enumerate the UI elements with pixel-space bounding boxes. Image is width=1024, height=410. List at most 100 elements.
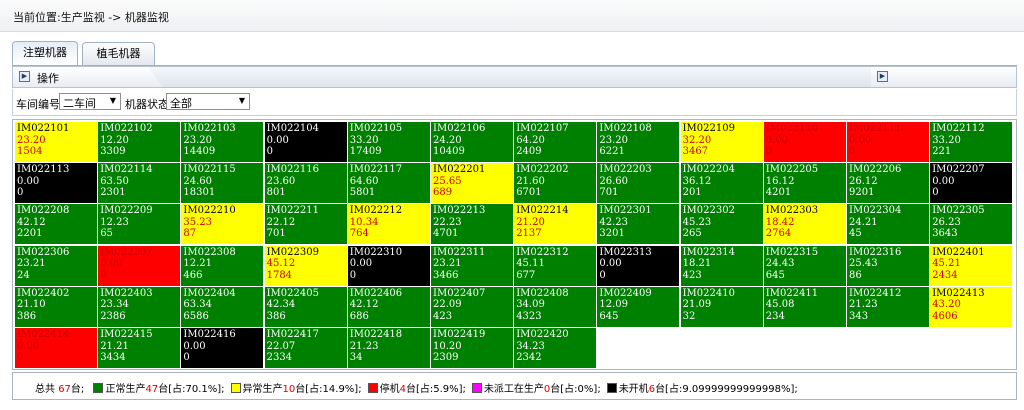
machine-cell[interactable]: IM022312 45.11 677 — [514, 245, 597, 286]
machine-cell[interactable]: IM022205 16.12 4201 — [763, 163, 846, 204]
machine-cell[interactable]: IM022408 34.09 4323 — [514, 286, 597, 327]
machine-cell[interactable]: IM022104 0.00 0 — [264, 122, 347, 162]
machine-id: IM022309 — [266, 246, 319, 258]
machine-cell[interactable]: IM022419 10.20 2309 — [431, 328, 513, 368]
machine-count: 423 — [433, 310, 453, 322]
machine-cell[interactable]: IM022401 45.21 2434 — [930, 245, 1013, 286]
machine-count: 3643 — [932, 228, 958, 240]
machine-cell[interactable]: IM022315 24.43 645 — [763, 245, 846, 286]
machine-cell[interactable]: IM022305 26.23 3643 — [930, 204, 1013, 245]
machine-cell[interactable]: IM022416 0.00 0 — [181, 328, 264, 368]
machine-value: 0.00 — [266, 134, 289, 146]
machine-count: 701 — [599, 187, 619, 199]
machine-id: IM022303 — [765, 205, 819, 217]
machine-cell[interactable]: IM022402 21.10 386 — [15, 286, 97, 327]
machine-cell[interactable]: IM022417 22.07 2334 — [264, 328, 347, 368]
machine-cell[interactable]: IM022103 23.20 14409 — [181, 122, 264, 162]
machine-value: 24.21 — [849, 216, 878, 228]
machine-cell[interactable]: IM022403 23.34 2386 — [98, 286, 181, 327]
machine-cell[interactable]: IM022109 32.20 3467 — [680, 122, 763, 162]
machine-cell[interactable]: IM022102 12.20 3309 — [98, 122, 181, 162]
machine-value: 12.23 — [100, 216, 129, 228]
collapse-icon[interactable]: ▶ — [877, 71, 888, 82]
machine-cell[interactable]: IM022409 12.09 645 — [597, 286, 680, 327]
status-select[interactable]: 全部 ▼ — [166, 93, 250, 110]
machine-cell[interactable]: IM022204 36.12 201 — [680, 163, 763, 204]
machine-cell[interactable]: IM022306 23.21 24 — [15, 245, 97, 286]
machine-cell[interactable]: IM022211 22.12 701 — [264, 204, 347, 245]
operation-bar: ▶ 操作 ▶ — [12, 66, 1017, 88]
machine-value: 0.00 — [849, 134, 872, 146]
machine-cell[interactable]: IM022110 0.00 0 — [763, 122, 846, 162]
machine-id: IM022402 — [17, 287, 70, 299]
legend-label: 停机 — [379, 384, 400, 395]
machine-cell[interactable]: IM022412 21.23 343 — [847, 286, 929, 327]
machine-cell[interactable]: IM022105 33.20 17409 — [347, 122, 430, 162]
machine-id: IM022101 — [17, 123, 70, 134]
machine-cell[interactable]: IM022418 21.23 34 — [347, 328, 430, 368]
machine-cell[interactable]: IM022410 21.09 32 — [680, 286, 763, 327]
machine-cell[interactable]: IM022209 12.23 65 — [98, 204, 181, 245]
machine-id: IM022404 — [183, 287, 236, 299]
machine-cell[interactable]: IM022201 25.65 689 — [431, 163, 513, 204]
machine-id: IM022205 — [765, 164, 819, 176]
machine-cell[interactable]: IM022413 43.20 4606 — [930, 286, 1013, 327]
machine-cell[interactable]: IM022311 23.21 3466 — [431, 245, 513, 286]
machine-cell[interactable]: IM022304 24.21 45 — [847, 204, 929, 245]
machine-cell[interactable]: IM022106 24.20 10409 — [431, 122, 513, 162]
machine-cell[interactable]: IM022404 63.34 6586 — [181, 286, 264, 327]
machine-cell[interactable]: IM022202 21.60 6701 — [514, 163, 597, 204]
machine-cell[interactable]: IM022303 18.42 2764 — [763, 204, 846, 245]
machine-id: IM022104 — [266, 123, 319, 134]
status-legend: 总共 67台; 正常生产47台[占:70.1%]; 异常生产10台[占:14.9%… — [12, 372, 1017, 400]
machine-cell[interactable]: IM022310 0.00 0 — [347, 245, 430, 286]
machine-cell[interactable]: IM022207 0.00 0 — [930, 163, 1013, 204]
machine-cell[interactable]: IM022302 45.23 265 — [680, 204, 763, 245]
machine-cell[interactable]: IM022314 18.21 423 — [680, 245, 763, 286]
machine-cell[interactable]: IM022309 45.12 1784 — [264, 245, 347, 286]
workshop-select[interactable]: 二车间 ▼ — [59, 93, 121, 110]
machine-cell[interactable]: IM022307 0.00 0 — [98, 245, 181, 286]
machine-cell[interactable]: IM022301 42.23 3201 — [597, 204, 680, 245]
machine-value: 21.21 — [100, 340, 129, 352]
machine-cell[interactable]: IM022101 23.20 1504 — [15, 122, 97, 162]
tab-tufting-machines[interactable]: 植毛机器 — [82, 42, 155, 65]
machine-cell[interactable]: IM022112 33.20 221 — [930, 122, 1013, 162]
machine-id: IM022109 — [682, 123, 735, 134]
machine-cell[interactable]: IM022208 42.12 2201 — [15, 204, 97, 245]
machine-cell[interactable]: IM022406 42.12 686 — [347, 286, 430, 327]
machine-cell[interactable]: IM022113 0.00 0 — [15, 163, 97, 204]
machine-value: 25.43 — [849, 258, 878, 270]
machine-cell[interactable]: IM022420 34.23 2342 — [514, 328, 597, 368]
machine-cell[interactable]: IM022405 42.34 386 — [264, 286, 347, 327]
machine-value: 45.21 — [932, 258, 961, 270]
machine-count: 1504 — [17, 146, 43, 157]
machine-cell[interactable]: IM022407 22.09 423 — [431, 286, 513, 327]
machine-cell[interactable]: IM022308 12.21 466 — [181, 245, 264, 286]
machine-id: IM022112 — [932, 123, 985, 134]
machine-cell[interactable]: IM022411 45.08 234 — [763, 286, 846, 327]
machine-count: 764 — [349, 228, 369, 240]
machine-cell[interactable]: IM022206 26.12 9201 — [847, 163, 929, 204]
machine-cell[interactable]: IM022117 64.60 5801 — [347, 163, 430, 204]
tab-injection-machines[interactable]: 注塑机器 — [12, 41, 78, 65]
machine-cell[interactable]: IM022203 26.60 701 — [597, 163, 680, 204]
machine-cell[interactable]: IM022212 10.34 764 — [347, 204, 430, 245]
machine-id: IM022108 — [599, 123, 652, 134]
machine-cell[interactable]: IM022116 23.60 801 — [264, 163, 347, 204]
machine-cell[interactable]: IM022415 21.21 3434 — [98, 328, 181, 368]
machine-cell[interactable]: IM022115 24.60 18301 — [181, 163, 264, 204]
machine-cell[interactable]: IM022111 0.00 0 — [847, 122, 929, 162]
machine-cell[interactable]: IM022107 64.20 2409 — [514, 122, 597, 162]
machine-cell[interactable]: IM022213 22.23 4701 — [431, 204, 513, 245]
expand-icon[interactable]: ▶ — [19, 71, 30, 82]
machine-count: 65 — [100, 228, 113, 240]
machine-cell[interactable]: IM022316 25.43 86 — [847, 245, 929, 286]
machine-cell[interactable]: IM022414 0.00 0 — [15, 328, 97, 368]
machine-cell[interactable]: IM022108 23.20 6221 — [597, 122, 680, 162]
machine-count: 701 — [266, 228, 286, 240]
machine-cell[interactable]: IM022214 21.20 2137 — [514, 204, 597, 245]
machine-cell[interactable]: IM022210 35.23 87 — [181, 204, 264, 245]
machine-cell[interactable]: IM022114 63.50 2301 — [98, 163, 181, 204]
machine-cell[interactable]: IM022313 0.00 0 — [597, 245, 680, 286]
